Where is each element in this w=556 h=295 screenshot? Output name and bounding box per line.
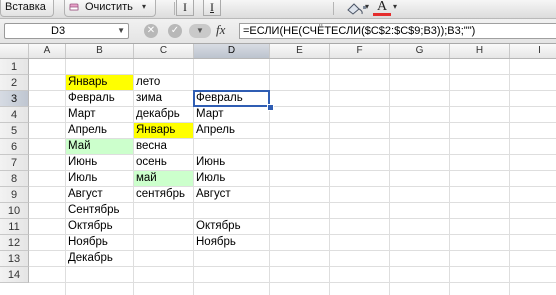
cell-b10[interactable]: Сентябрь bbox=[66, 203, 134, 218]
paste-label: Вставка bbox=[5, 1, 46, 13]
grid-row-line bbox=[29, 282, 556, 283]
font-color-chevron-icon[interactable]: ▾ bbox=[393, 2, 397, 11]
cell-b6[interactable]: Май bbox=[66, 139, 133, 154]
chevron-down-icon[interactable]: ▼ bbox=[117, 26, 125, 35]
underline-glyph: I bbox=[210, 0, 214, 14]
column-header-h[interactable]: H bbox=[450, 44, 510, 58]
italic-button[interactable]: I bbox=[176, 0, 194, 16]
column-header-g[interactable]: G bbox=[390, 44, 450, 58]
grid-column-line bbox=[389, 59, 390, 295]
cell-b12[interactable]: Ноябрь bbox=[66, 235, 134, 250]
cell-d4[interactable]: Март bbox=[194, 107, 270, 122]
cell-d7[interactable]: Июнь bbox=[194, 155, 270, 170]
cancel-icon[interactable]: ✕ bbox=[144, 24, 158, 38]
cell-c3[interactable]: зима bbox=[134, 91, 194, 106]
spreadsheet-window: Вставка Очистить ▾ I I ▾ A ▾ D3 ▼ ✕ ✓ ▼ … bbox=[0, 0, 556, 295]
font-color-swatch bbox=[373, 13, 391, 16]
row-header-3[interactable]: 3 bbox=[0, 91, 29, 107]
cell-b9[interactable]: Август bbox=[66, 187, 134, 202]
cell-c6[interactable]: весна bbox=[134, 139, 194, 154]
row-header-1[interactable]: 1 bbox=[0, 59, 29, 75]
column-header-e[interactable]: E bbox=[270, 44, 330, 58]
row-header-2[interactable]: 2 bbox=[0, 75, 29, 91]
toolbar-divider bbox=[333, 2, 334, 15]
cell-b5[interactable]: Апрель bbox=[66, 123, 134, 138]
column-header-d[interactable]: D bbox=[194, 44, 270, 58]
row-header-7[interactable]: 7 bbox=[0, 155, 29, 171]
name-box[interactable]: D3 ▼ bbox=[4, 23, 129, 39]
fill-color-icon[interactable] bbox=[345, 1, 367, 15]
column-header-f[interactable]: F bbox=[330, 44, 390, 58]
select-all-corner[interactable] bbox=[0, 44, 29, 58]
function-dropdown-icon[interactable]: ▼ bbox=[189, 24, 211, 38]
column-header-a[interactable]: A bbox=[29, 44, 66, 58]
row-header-9[interactable]: 9 bbox=[0, 187, 29, 203]
row-header-4[interactable]: 4 bbox=[0, 107, 29, 123]
clear-label: Очистить bbox=[85, 1, 133, 13]
cell-d12[interactable]: Ноябрь bbox=[194, 235, 270, 250]
column-header-c[interactable]: C bbox=[134, 44, 194, 58]
row-header-8[interactable]: 8 bbox=[0, 171, 29, 187]
eraser-icon bbox=[69, 3, 79, 11]
row-header-12[interactable]: 12 bbox=[0, 235, 29, 251]
grid-column-line bbox=[449, 59, 450, 295]
cell-c8[interactable]: май bbox=[134, 171, 193, 186]
grid-column-line bbox=[329, 59, 330, 295]
cell-c5[interactable]: Январь bbox=[134, 123, 193, 138]
row-header-6[interactable]: 6 bbox=[0, 139, 29, 155]
row-header-14[interactable]: 14 bbox=[0, 267, 29, 283]
row-header-5[interactable]: 5 bbox=[0, 123, 29, 139]
cell-c7[interactable]: осень bbox=[134, 155, 194, 170]
row-header-13[interactable]: 13 bbox=[0, 251, 29, 267]
cell-d11[interactable]: Октябрь bbox=[194, 219, 270, 234]
grid-row-line bbox=[29, 266, 556, 267]
selected-cell-outline bbox=[193, 90, 270, 107]
confirm-icon[interactable]: ✓ bbox=[168, 24, 182, 38]
cell-c4[interactable]: декабрь bbox=[134, 107, 194, 122]
cell-b4[interactable]: Март bbox=[66, 107, 134, 122]
column-header-b[interactable]: B bbox=[66, 44, 134, 58]
column-header-i[interactable]: I bbox=[510, 44, 556, 58]
column-header-row: ABCDEFGHI bbox=[0, 44, 556, 59]
cell-b7[interactable]: Июнь bbox=[66, 155, 134, 170]
ribbon-toolbar: Вставка Очистить ▾ I I ▾ A ▾ bbox=[0, 0, 556, 19]
cell-c2[interactable]: лето bbox=[134, 75, 194, 90]
chevron-down-icon[interactable]: ▾ bbox=[142, 2, 146, 11]
name-box-value: D3 bbox=[51, 25, 66, 37]
italic-glyph: I bbox=[183, 0, 187, 14]
toolbar-divider bbox=[174, 2, 175, 15]
formula-input[interactable]: =ЕСЛИ(НЕ(СЧЁТЕСЛИ($C$2:$C$9;B3));B3;"") bbox=[239, 23, 556, 39]
formula-bar: D3 ▼ ✕ ✓ ▼ fx =ЕСЛИ(НЕ(СЧЁТЕСЛИ($C$2:$C$… bbox=[0, 19, 556, 44]
cell-c9[interactable]: сентябрь bbox=[134, 187, 194, 202]
paste-button[interactable]: Вставка bbox=[0, 0, 54, 17]
cell-d5[interactable]: Апрель bbox=[194, 123, 270, 138]
cell-d8[interactable]: Июль bbox=[194, 171, 270, 186]
fill-color-chevron-icon[interactable]: ▾ bbox=[365, 2, 369, 11]
row-header-11[interactable]: 11 bbox=[0, 219, 29, 235]
cell-b2[interactable]: Январь bbox=[66, 75, 133, 90]
cell-b8[interactable]: Июль bbox=[66, 171, 134, 186]
cell-b11[interactable]: Октябрь bbox=[66, 219, 134, 234]
fx-icon[interactable]: fx bbox=[216, 22, 225, 38]
fill-handle[interactable] bbox=[267, 104, 274, 111]
font-color-glyph: A bbox=[376, 0, 388, 14]
cell-d9[interactable]: Август bbox=[194, 187, 270, 202]
cell-grid[interactable]: Январь лето Февраль зима Февраль Март декабрь М… bbox=[29, 59, 556, 295]
row-header-10[interactable]: 10 bbox=[0, 203, 29, 219]
cell-b13[interactable]: Декабрь bbox=[66, 251, 134, 266]
grid-column-line bbox=[509, 59, 510, 295]
underline-button[interactable]: I bbox=[203, 0, 221, 16]
cell-b3[interactable]: Февраль bbox=[66, 91, 134, 106]
